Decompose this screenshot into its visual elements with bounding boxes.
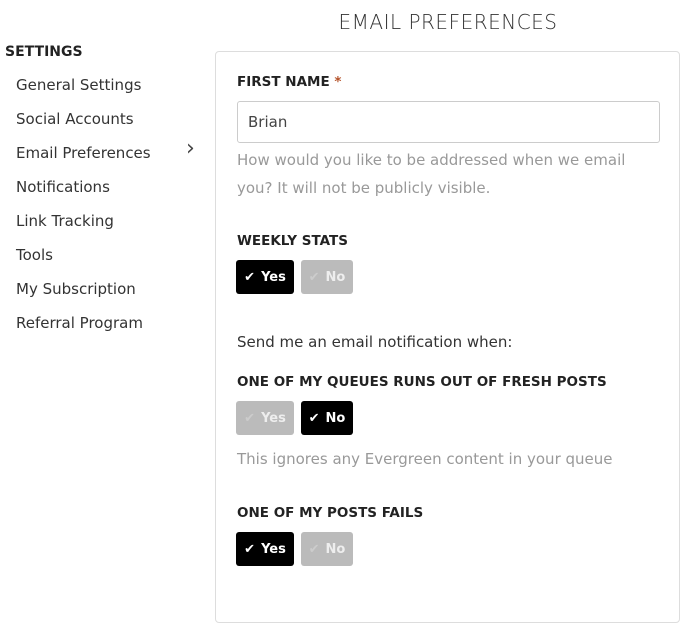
sidebar-item-link-tracking[interactable]: Link Tracking <box>16 211 206 245</box>
check-icon: ✔ <box>244 269 256 285</box>
weekly-stats-label: WEEKLY STATS <box>237 233 348 249</box>
button-label: No <box>325 269 346 285</box>
sidebar-nav: General Settings Social Accounts Email P… <box>16 75 206 347</box>
sidebar-item-general-settings[interactable]: General Settings <box>16 75 206 109</box>
sidebar-item-label: Email Preferences <box>16 144 151 162</box>
button-label: No <box>325 541 346 557</box>
first-name-label-text: FIRST NAME <box>237 74 330 90</box>
first-name-help: How would you like to be addressed when … <box>237 151 626 197</box>
sidebar-item-notifications[interactable]: Notifications <box>16 177 206 211</box>
sidebar-item-label: Social Accounts <box>16 110 134 128</box>
button-label: No <box>325 410 346 426</box>
check-icon: ✔ <box>308 541 320 557</box>
sidebar-item-email-preferences[interactable]: Email Preferences › <box>16 138 206 177</box>
sidebar-item-label: Tools <box>16 246 53 264</box>
chevron-right-icon: › <box>186 136 195 161</box>
post-fails-no-button[interactable]: ✔ No <box>301 532 353 566</box>
button-label: Yes <box>261 269 286 285</box>
button-label: Yes <box>261 541 286 557</box>
sidebar-item-referral-program[interactable]: Referral Program <box>16 313 206 347</box>
post-fails-label: ONE OF MY POSTS FAILS <box>237 505 424 521</box>
post-fails-yes-button[interactable]: ✔ Yes <box>236 532 294 566</box>
weekly-stats-no-button[interactable]: ✔ No <box>301 260 353 294</box>
sidebar-item-social-accounts[interactable]: Social Accounts <box>16 109 206 143</box>
page-title: EMAIL PREFERENCES <box>338 10 558 34</box>
check-icon: ✔ <box>308 269 320 285</box>
check-icon: ✔ <box>244 541 256 557</box>
sidebar-item-label: Notifications <box>16 178 110 196</box>
weekly-stats-yes-button[interactable]: ✔ Yes <box>236 260 294 294</box>
sidebar-item-my-subscription[interactable]: My Subscription <box>16 279 206 313</box>
sidebar-item-label: Referral Program <box>16 314 143 332</box>
check-icon: ✔ <box>244 410 256 426</box>
sidebar-item-tools[interactable]: Tools <box>16 245 206 279</box>
queue-empty-help: This ignores any Evergreen content in yo… <box>237 450 613 468</box>
queue-empty-no-button[interactable]: ✔ No <box>301 401 353 435</box>
first-name-input[interactable] <box>237 101 660 143</box>
sidebar-item-label: My Subscription <box>16 280 136 298</box>
sidebar-item-label: General Settings <box>16 76 142 94</box>
button-label: Yes <box>261 410 286 426</box>
notify-intro: Send me an email notification when: <box>237 333 513 351</box>
check-icon: ✔ <box>308 410 320 426</box>
required-mark: * <box>334 74 342 90</box>
queue-empty-yes-button[interactable]: ✔ Yes <box>236 401 294 435</box>
first-name-label: FIRST NAME * <box>237 74 341 90</box>
sidebar-item-label: Link Tracking <box>16 212 114 230</box>
email-preferences-panel: FIRST NAME * How would you like to be ad… <box>215 51 680 623</box>
sidebar-heading: SETTINGS <box>5 44 83 60</box>
queue-empty-label: ONE OF MY QUEUES RUNS OUT OF FRESH POSTS <box>237 374 607 390</box>
